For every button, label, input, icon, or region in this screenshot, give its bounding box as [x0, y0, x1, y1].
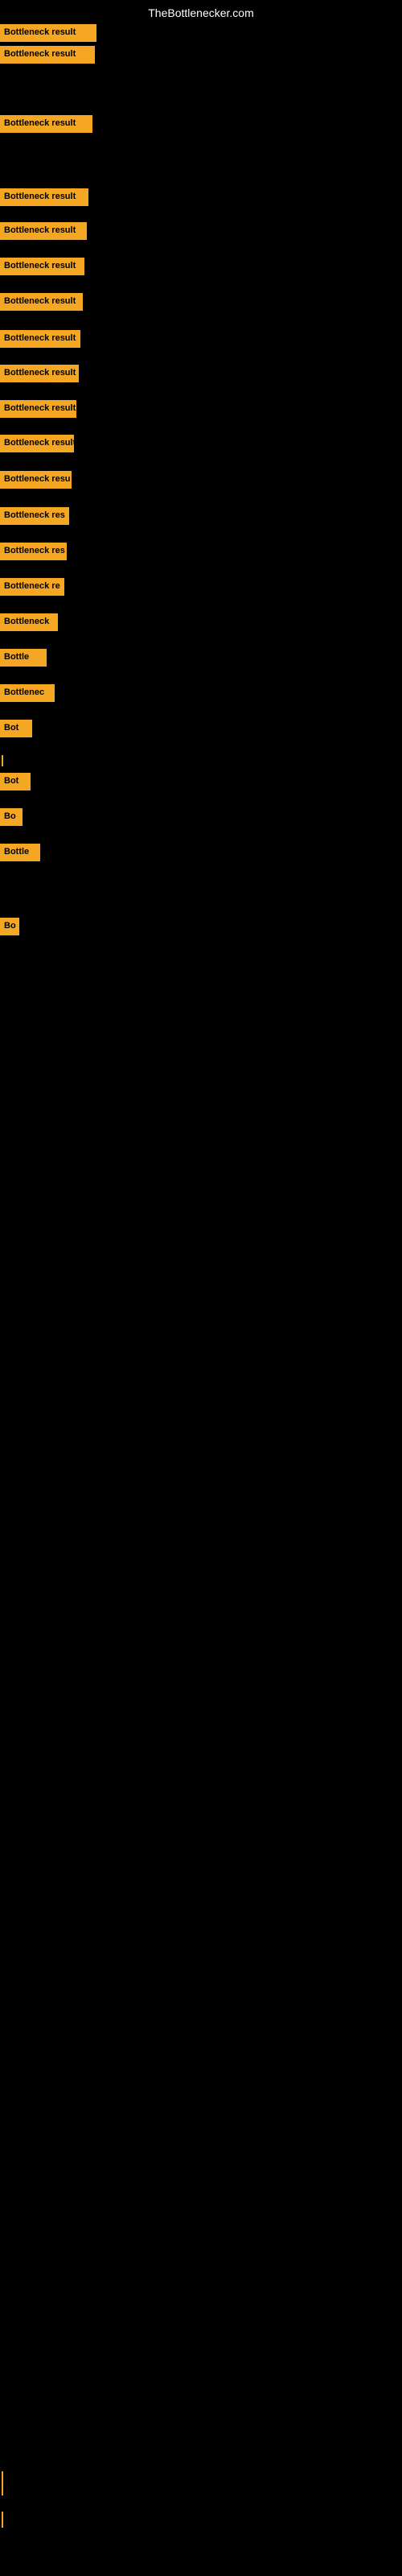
bottleneck-badge: Bottleneck result [0, 258, 84, 275]
bottleneck-badge: Bottleneck re [0, 578, 64, 596]
bottleneck-badge: Bottleneck result [0, 293, 83, 311]
bottleneck-badge: Bottleneck result [0, 46, 95, 64]
bottleneck-badge: Bottleneck result [0, 222, 87, 240]
bottleneck-badge: Bottle [0, 649, 47, 667]
bottleneck-badge: Bottleneck result [0, 365, 79, 382]
bottleneck-badge: Bottlenec [0, 684, 55, 702]
bottleneck-badge: Bottleneck result [0, 330, 80, 348]
bottleneck-badge: Bot [0, 773, 31, 791]
bottleneck-badge: Bo [0, 918, 19, 935]
bottleneck-badge: Bottleneck res [0, 507, 69, 525]
bottleneck-badge: Bottleneck [0, 613, 58, 631]
vertical-line [2, 2512, 3, 2528]
bottleneck-badge: Bottleneck result [0, 188, 88, 206]
bottleneck-badge: Bo [0, 808, 23, 826]
bottleneck-badge: Bottleneck resu [0, 471, 72, 489]
bottleneck-badge: Bot [0, 720, 32, 737]
bottleneck-badge: Bottleneck result [0, 435, 74, 452]
bottleneck-badge: Bottleneck result [0, 115, 92, 133]
bottleneck-badge: Bottleneck res [0, 543, 67, 560]
vertical-line [2, 2471, 3, 2496]
bottleneck-badge: Bottleneck result [0, 24, 96, 42]
bottleneck-badge: Bottle [0, 844, 40, 861]
bottleneck-badge: Bottleneck result [0, 400, 76, 418]
site-title: TheBottlenecker.com [148, 6, 254, 19]
vertical-line [2, 755, 3, 766]
